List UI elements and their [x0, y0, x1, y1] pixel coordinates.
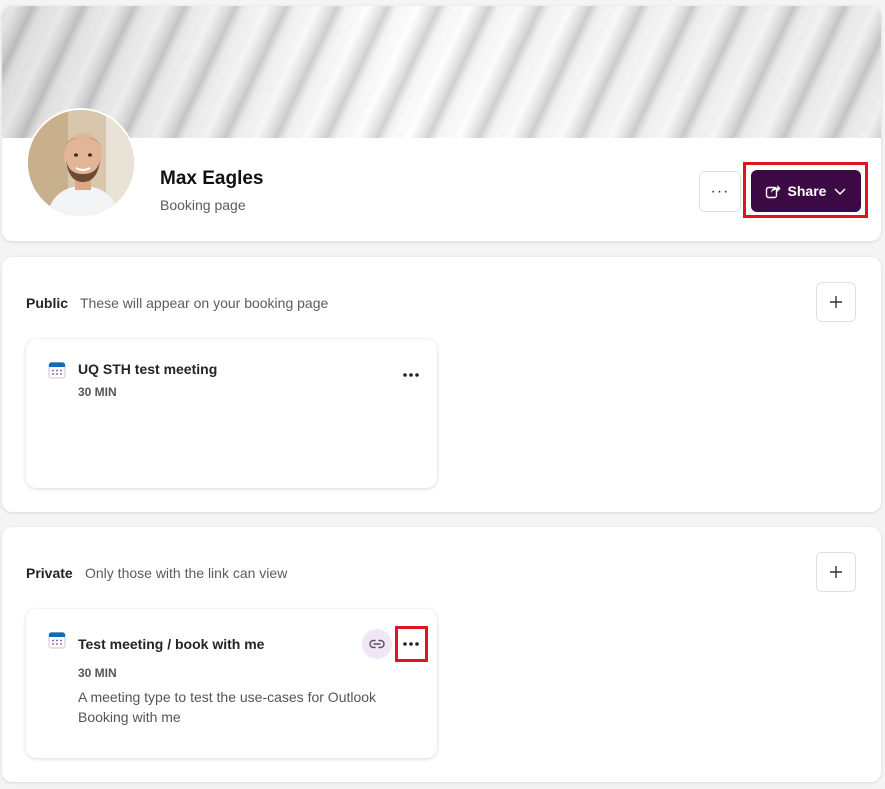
more-horizontal-icon	[403, 642, 419, 646]
add-public-meeting-button[interactable]	[816, 282, 856, 322]
copy-link-button[interactable]	[362, 629, 392, 659]
meeting-duration: 30 MIN	[78, 666, 117, 680]
profile-name: Max Eagles	[160, 168, 264, 189]
meeting-duration: 30 MIN	[78, 385, 117, 399]
add-private-meeting-button[interactable]	[816, 552, 856, 592]
more-options-button[interactable]: ···	[699, 171, 741, 212]
share-icon	[765, 185, 781, 199]
plus-icon	[830, 566, 842, 578]
profile-subtitle: Booking page	[160, 197, 246, 213]
more-horizontal-icon	[403, 373, 419, 377]
section-title-private: Private	[26, 565, 73, 581]
calendar-icon	[48, 362, 66, 379]
meeting-more-button[interactable]	[399, 363, 423, 387]
calendar-icon	[48, 632, 66, 649]
plus-icon	[830, 296, 842, 308]
public-section: Public These will appear on your booking…	[2, 257, 881, 512]
meeting-description: A meeting type to test the use-cases for…	[78, 689, 377, 725]
avatar-photo	[28, 110, 134, 216]
chevron-down-icon	[834, 188, 846, 196]
cover-banner-shade	[2, 6, 881, 138]
meeting-card[interactable]: UQ STH test meeting 30 MIN	[26, 339, 437, 488]
section-description-private: Only those with the link can view	[85, 565, 288, 581]
meeting-title: Test meeting / book with me	[78, 636, 265, 652]
meeting-card[interactable]: Test meeting / book with me 30 MIN A mee…	[26, 609, 437, 758]
share-button-label: Share	[787, 183, 827, 199]
private-section: Private Only those with the link can vie…	[2, 527, 881, 782]
section-description-public: These will appear on your booking page	[80, 295, 329, 311]
avatar	[26, 108, 136, 218]
section-title-public: Public	[26, 295, 69, 311]
profile-header: Max Eagles Booking page ··· Share	[2, 6, 881, 241]
meeting-title: UQ STH test meeting	[78, 361, 218, 377]
share-button[interactable]: Share	[751, 170, 861, 212]
meeting-more-button[interactable]	[399, 632, 423, 656]
more-horizontal-icon: ···	[710, 182, 730, 200]
link-icon	[369, 639, 385, 649]
